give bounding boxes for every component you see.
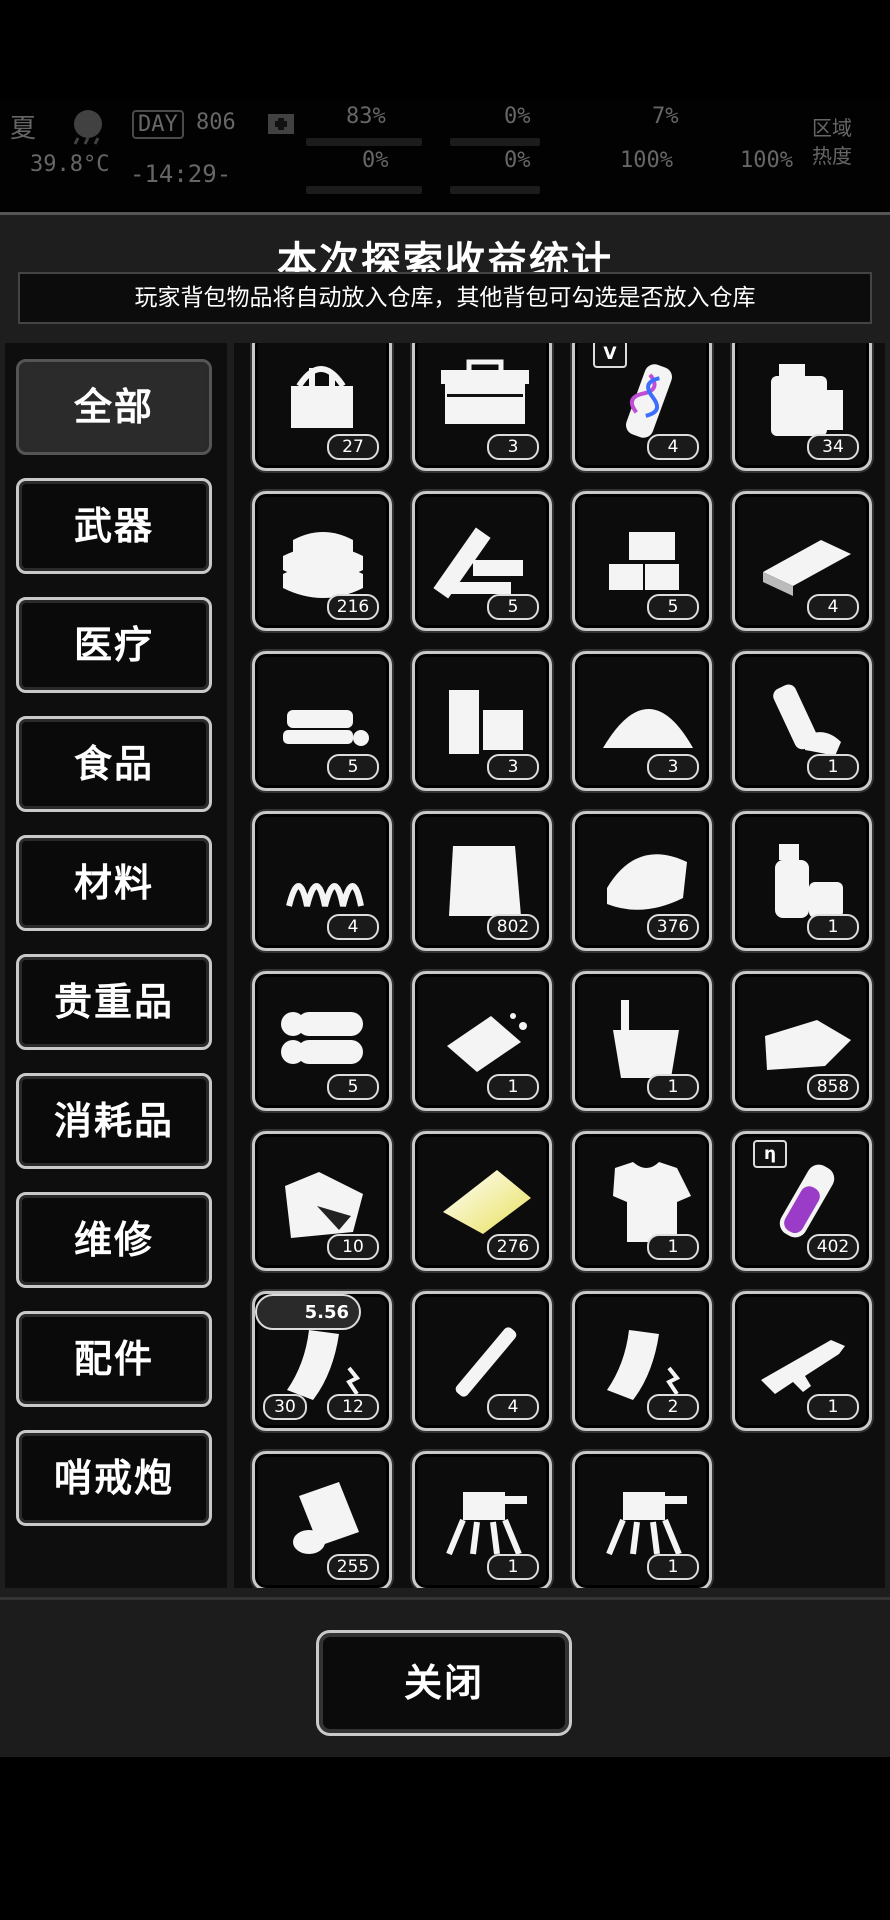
medkit-icon — [266, 110, 296, 142]
item-count-badge: 27 — [327, 434, 379, 460]
inventory-slot[interactable]: 3 — [572, 651, 712, 791]
stat-4: 7% — [652, 104, 679, 129]
inventory-slot[interactable]: 2 — [572, 1291, 712, 1431]
category-tab[interactable]: 武器 — [16, 478, 212, 574]
item-grade-badge: η — [753, 1140, 787, 1168]
stat-health: 83% — [346, 104, 386, 129]
category-tab[interactable]: 食品 — [16, 716, 212, 812]
day-number: 806 — [196, 110, 236, 135]
inventory-slot[interactable]: 4 — [412, 1291, 552, 1431]
ammo-caliber-badge: 5.56 — [255, 1294, 361, 1330]
inventory-slot[interactable]: 1 — [732, 651, 872, 791]
auto-storage-notice: 玩家背包物品将自动放入仓库，其他背包可勾选是否放入仓库 — [18, 272, 872, 324]
category-tab[interactable]: 维修 — [16, 1192, 212, 1288]
inventory-slot[interactable]: 376 — [572, 811, 712, 951]
category-tab[interactable]: 医疗 — [16, 597, 212, 693]
loot-summary-panel: 本次探索收益统计 玩家背包物品将自动放入仓库，其他背包可勾选是否放入仓库 全部武… — [0, 212, 890, 1757]
inventory-slot[interactable]: 10 — [252, 1131, 392, 1271]
stat-5: 100% — [620, 148, 673, 173]
item-count-badge: 1 — [807, 914, 859, 940]
inventory-slot[interactable]: 1 — [572, 1131, 712, 1271]
stat-2: 0% — [504, 104, 531, 129]
item-count-badge: 5 — [647, 594, 699, 620]
item-count-badge: 1 — [647, 1234, 699, 1260]
item-count-badge: 276 — [487, 1234, 539, 1260]
item-count-badge: 1 — [807, 1394, 859, 1420]
inventory-slot[interactable]: 5 — [572, 491, 712, 631]
inventory-slot[interactable]: V4 — [572, 343, 712, 471]
inventory-slot[interactable]: 4 — [732, 491, 872, 631]
inventory-slot[interactable]: 1 — [572, 971, 712, 1111]
stat-3: 0% — [504, 148, 531, 173]
item-count-badge: 255 — [327, 1554, 379, 1580]
inventory-slot[interactable]: 5 — [252, 971, 392, 1111]
category-tab[interactable]: 消耗品 — [16, 1073, 212, 1169]
item-grid: 27 3 V 4 34 216 5 5 4 5 3 3 1 4 802 376 1 5 1 1 858 10 276 1 η 40… — [234, 343, 885, 1588]
item-count-badge: 3 — [487, 434, 539, 460]
inventory-slot[interactable]: 27 — [252, 343, 392, 471]
item-count-badge: 858 — [807, 1074, 859, 1100]
item-count-badge: 4 — [327, 914, 379, 940]
item-count-badge: 4 — [487, 1394, 539, 1420]
stat-6: 100% — [740, 148, 793, 173]
stat-1: 0% — [362, 148, 389, 173]
item-count-badge: 216 — [327, 594, 379, 620]
panel-footer: 关闭 — [0, 1597, 890, 1757]
item-count-badge: 1 — [487, 1554, 539, 1580]
inventory-slot[interactable]: 1 — [732, 1291, 872, 1431]
inventory-slot[interactable]: 5.56 30 12 — [252, 1291, 392, 1431]
item-count-badge: 402 — [807, 1234, 859, 1260]
item-count-badge: 1 — [647, 1074, 699, 1100]
inventory-slot[interactable]: 1 — [412, 971, 552, 1111]
item-count-badge: 1 — [807, 754, 859, 780]
inventory-slot[interactable]: 255 — [252, 1451, 392, 1588]
ammo-count-badge: 30 — [263, 1394, 307, 1420]
category-tab[interactable]: 哨戒炮 — [16, 1430, 212, 1526]
inventory-slot[interactable]: 276 — [412, 1131, 552, 1271]
inventory-slot[interactable]: 802 — [412, 811, 552, 951]
inventory-slot[interactable]: 3 — [412, 343, 552, 471]
temperature-readout: 39.8°C — [30, 152, 110, 177]
item-count-badge: 1 — [647, 1554, 699, 1580]
item-count-badge: 3 — [647, 754, 699, 780]
item-count-badge: 3 — [487, 754, 539, 780]
day-label: DAY — [132, 110, 184, 139]
inventory-slot[interactable]: η 402 — [732, 1131, 872, 1271]
area-label: 区域 — [812, 116, 852, 140]
inventory-slot[interactable]: 3 — [412, 651, 552, 791]
inventory-slot[interactable]: 1 — [412, 1451, 552, 1588]
category-tab[interactable]: 全部 — [16, 359, 212, 455]
category-tab[interactable]: 材料 — [16, 835, 212, 931]
category-tab[interactable]: 配件 — [16, 1311, 212, 1407]
inventory-slot[interactable]: 1 — [572, 1451, 712, 1588]
inventory-slot[interactable]: 1 — [732, 811, 872, 951]
weather-icon — [66, 106, 110, 152]
item-count-badge: 5 — [327, 754, 379, 780]
close-button[interactable]: 关闭 — [316, 1630, 572, 1736]
status-hud: 夏 39.8°C DAY 806 -14:29- 83% 0% 0% 0% 7%… — [0, 100, 890, 210]
inventory-slot[interactable]: 5 — [252, 651, 392, 791]
item-count-badge: 4 — [647, 434, 699, 460]
item-count-badge: 12 — [327, 1394, 379, 1420]
season-label: 夏 — [10, 114, 37, 144]
item-count-badge: 376 — [647, 914, 699, 940]
item-count-badge: 34 — [807, 434, 859, 460]
clock-readout: -14:29- — [130, 160, 232, 188]
inventory-slot[interactable]: 216 — [252, 491, 392, 631]
inventory-slot[interactable]: 858 — [732, 971, 872, 1111]
item-count-badge: 2 — [647, 1394, 699, 1420]
item-count-badge: 1 — [487, 1074, 539, 1100]
category-tab[interactable]: 贵重品 — [16, 954, 212, 1050]
inventory-slot[interactable]: 5 — [412, 491, 552, 631]
item-count-badge: 5 — [327, 1074, 379, 1100]
inventory-slot[interactable]: 4 — [252, 811, 392, 951]
item-count-badge: 10 — [327, 1234, 379, 1260]
item-count-badge: 5 — [487, 594, 539, 620]
heat-label: 热度 — [812, 144, 852, 168]
inventory-slot[interactable]: 34 — [732, 343, 872, 471]
item-count-badge: 802 — [487, 914, 539, 940]
category-sidebar: 全部武器医疗食品材料贵重品消耗品维修配件哨戒炮 — [5, 343, 227, 1588]
item-count-badge: 4 — [807, 594, 859, 620]
item-grade-badge: V — [593, 343, 627, 368]
